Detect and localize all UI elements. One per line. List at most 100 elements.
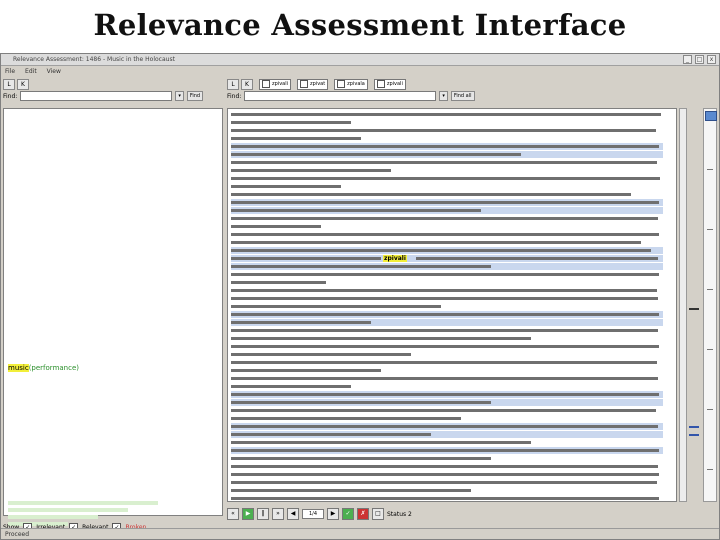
- text-line: [231, 263, 663, 270]
- tab-left-l[interactable]: L: [3, 78, 15, 90]
- hit-rest: (performance): [28, 364, 79, 372]
- menu-edit[interactable]: Edit: [25, 68, 37, 75]
- text-line: [231, 407, 663, 414]
- text-line: [231, 295, 663, 302]
- text-line: [231, 135, 663, 142]
- term-list[interactable]: music(performance): [3, 108, 223, 533]
- document-text[interactable]: zpivali: [227, 108, 677, 502]
- app-window: Relevance Assessment: 1486 - Music in th…: [0, 53, 720, 540]
- minimize-button[interactable]: _: [683, 55, 692, 64]
- previous-button[interactable]: ◀: [287, 508, 299, 520]
- hit-item[interactable]: music(performance): [8, 364, 79, 372]
- menu-view[interactable]: View: [47, 68, 61, 75]
- player-controls: « ▶ ‖ » ◀ 1/4 ▶ ✓ ✗ □ Status 2: [227, 506, 719, 522]
- text-line: [231, 327, 663, 334]
- text-line: [231, 455, 663, 462]
- find-label: Find:: [3, 92, 18, 100]
- text-line: [231, 391, 663, 398]
- close-button[interactable]: x: [707, 55, 716, 64]
- zoom-input[interactable]: 1/4: [302, 509, 324, 519]
- rewind-button[interactable]: «: [227, 508, 239, 520]
- relevance-markers: [689, 108, 701, 502]
- document-scrollbar[interactable]: [679, 108, 687, 502]
- text-line: [231, 447, 663, 454]
- text-line: [231, 207, 663, 214]
- text-line: [231, 239, 663, 246]
- keyword-highlight: zpivali: [383, 255, 407, 262]
- find-options-button[interactable]: ▾: [175, 91, 184, 101]
- text-line: [231, 479, 663, 486]
- maximize-button[interactable]: □: [695, 55, 704, 64]
- text-line: [231, 415, 663, 422]
- text-line: [231, 423, 663, 430]
- text-line: [231, 359, 663, 366]
- status-bar: Proceed: [1, 528, 719, 539]
- text-line: [231, 351, 663, 358]
- text-line: [231, 175, 663, 182]
- text-line: [231, 199, 663, 206]
- marker[interactable]: [689, 434, 699, 436]
- tab-left-k[interactable]: K: [17, 78, 29, 90]
- find-button[interactable]: Find: [186, 91, 204, 101]
- text-line: [231, 271, 663, 278]
- status-indicator: Status 2: [387, 510, 412, 518]
- text-line: [231, 487, 663, 494]
- pause-button[interactable]: ‖: [257, 508, 269, 520]
- filter-4[interactable]: zpivali: [373, 78, 406, 90]
- slide-title: Relevance Assessment Interface: [93, 8, 627, 42]
- text-line: [231, 399, 663, 406]
- find-all-button[interactable]: Find all: [450, 91, 475, 101]
- tab-right-k[interactable]: K: [241, 78, 253, 90]
- text-line: [231, 303, 663, 310]
- term-line: [8, 515, 98, 519]
- text-line: [231, 343, 663, 350]
- text-line: [231, 151, 663, 158]
- filter-2[interactable]: zpivat: [297, 78, 329, 90]
- text-line: [231, 383, 663, 390]
- title-bar: Relevance Assessment: 1486 - Music in th…: [1, 54, 719, 66]
- menu-file[interactable]: File: [5, 68, 15, 75]
- text-line: [231, 167, 663, 174]
- text-line: [231, 247, 663, 254]
- right-panel: L K zpivali zpivat zpivala zpivali Find:…: [227, 78, 719, 526]
- text-line: [231, 463, 663, 470]
- text-line: [231, 367, 663, 374]
- hit-keyword: music: [8, 364, 29, 372]
- next-button[interactable]: ▶: [327, 508, 339, 520]
- filter-3[interactable]: zpivala: [334, 78, 368, 90]
- tab-right-l[interactable]: L: [227, 78, 239, 90]
- text-line: [231, 335, 663, 342]
- text-line: [231, 111, 663, 118]
- filter-1[interactable]: zpivali: [259, 78, 291, 90]
- marker[interactable]: [689, 308, 699, 310]
- text-line: [231, 223, 663, 230]
- text-line: [231, 287, 663, 294]
- text-line: [231, 279, 663, 286]
- text-line: [231, 495, 663, 501]
- mark-irrelevant-button[interactable]: ✗: [357, 508, 369, 520]
- play-button[interactable]: ▶: [242, 508, 254, 520]
- text-line: [231, 127, 663, 134]
- text-line: [231, 319, 663, 326]
- marker[interactable]: [689, 426, 699, 428]
- timeline-slider[interactable]: [703, 108, 717, 502]
- forward-button[interactable]: »: [272, 508, 284, 520]
- text-line: [231, 231, 663, 238]
- term-line: [8, 501, 158, 505]
- slider-thumb[interactable]: [705, 111, 717, 121]
- text-line: [231, 439, 663, 446]
- text-line: zpivali: [231, 255, 663, 262]
- text-line: [231, 183, 663, 190]
- text-line: [231, 143, 663, 150]
- mark-relevant-button[interactable]: ✓: [342, 508, 354, 520]
- menu-bar: File Edit View: [1, 66, 719, 76]
- doc-find-input[interactable]: [244, 91, 437, 101]
- find-input[interactable]: [20, 91, 173, 101]
- text-line: [231, 431, 663, 438]
- doc-find-options[interactable]: ▾: [439, 91, 448, 101]
- status-toggle-button[interactable]: □: [372, 508, 384, 520]
- left-panel: L K Find: ▾ Find music(performance) Show…: [3, 78, 223, 533]
- text-line: [231, 215, 663, 222]
- text-line: [231, 119, 663, 126]
- text-line: [231, 191, 663, 198]
